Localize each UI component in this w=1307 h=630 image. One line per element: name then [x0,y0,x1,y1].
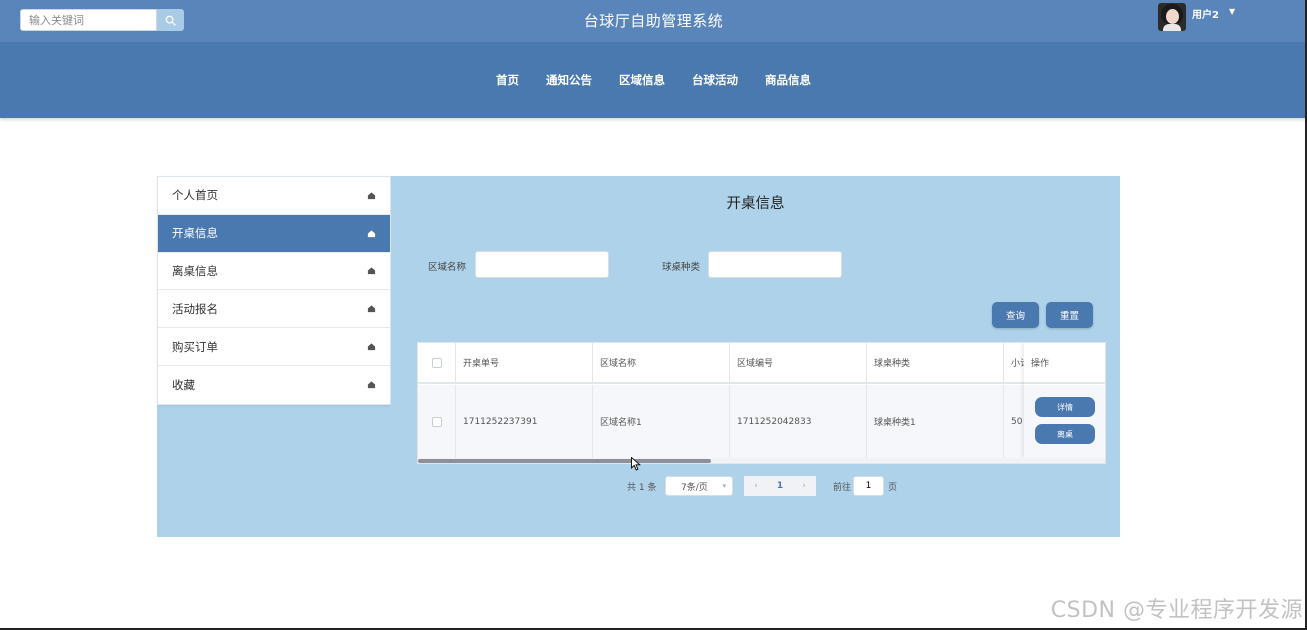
query-button[interactable]: 查询 [992,302,1039,328]
horizontal-scrollbar[interactable] [418,459,711,463]
select-all-checkbox[interactable] [431,357,442,368]
chevron-left-icon: ‹ [754,481,758,491]
nav-item-activities[interactable]: 台球活动 [679,72,752,88]
user-name: 用户2 [1192,10,1219,21]
sidebar-item-label: 购买订单 [172,339,218,354]
column-header: 操作 [1024,343,1105,384]
row-checkbox[interactable] [431,416,442,427]
area-name-label: 区域名称 [428,262,467,273]
home-icon [366,380,376,390]
actions-cell: 详情 离桌 [1024,385,1105,458]
cell-area-name: 区域名称1 [593,385,730,458]
sidebar-item-leave-table[interactable]: 离桌信息 [158,253,390,291]
caret-down-icon: ▼ [1228,7,1236,16]
sidebar-item-activity-signup[interactable]: 活动报名 [158,290,390,329]
nav-item-areas[interactable]: 区域信息 [606,72,679,88]
sidebar-item-favorites[interactable]: 收藏 [158,366,390,404]
sidebar-item-label: 活动报名 [172,301,218,316]
column-header: 区域编号 [730,343,867,382]
page-number-current[interactable]: 1 [768,476,792,496]
goto-page-input[interactable] [853,476,884,496]
home-icon [366,304,376,314]
leave-table-button[interactable]: 离桌 [1035,424,1095,444]
table-row: 1711252237391 区域名称1 1711252042833 球桌种类1 … [418,385,1105,458]
cell-table-type: 球桌种类1 [867,385,1004,458]
table-type-label: 球桌种类 [662,262,701,273]
sidebar-item-label: 收藏 [172,377,195,392]
user-menu[interactable]: 用户2 ▼ [1158,3,1235,31]
home-icon [366,190,376,200]
data-table: 开桌单号 区域名称 区域编号 球桌种类 小计 1711252237391 区域名… [417,342,1106,464]
detail-button[interactable]: 详情 [1035,397,1095,417]
watermark: CSDN @专业程序开发源 [1050,598,1303,623]
row-checkbox-cell [418,385,456,458]
sidebar: 个人首页 开桌信息 离桌信息 活动报名 购买订单 收藏 [157,176,391,405]
actions-column: 操作 详情 离桌 [1024,343,1105,458]
goto-label: 前往 [833,483,852,493]
sidebar-item-label: 离桌信息 [172,263,218,278]
main-content: 开桌信息 区域名称 球桌种类 查询 重置 开桌单号 区域名称 区域编号 球桌种类… [391,176,1120,537]
main-nav: 首页 通知公告 区域信息 台球活动 商品信息 [0,72,1307,88]
nav-item-announcements[interactable]: 通知公告 [533,72,606,88]
page-title: 开桌信息 [726,196,785,212]
header-checkbox-cell [418,343,456,382]
cell-order-no: 1711252237391 [456,385,593,458]
page-size-select[interactable]: 7条/页 ▾ [665,476,733,496]
search-icon [165,15,176,26]
column-header: 区域名称 [593,343,730,382]
table-type-input[interactable] [708,251,842,278]
chevron-right-icon: › [802,481,806,491]
home-icon [366,266,376,276]
sidebar-item-label: 个人首页 [172,188,218,203]
sidebar-item-open-table[interactable]: 开桌信息 [158,214,390,253]
home-icon [366,228,376,238]
pagination: 共 1 条 7条/页 ▾ ‹ 1 › 前往 页 [391,476,1120,496]
column-header: 开桌单号 [456,343,593,382]
nav-item-products[interactable]: 商品信息 [752,72,825,88]
area-name-input[interactable] [475,251,609,278]
sidebar-item-label: 开桌信息 [172,226,218,241]
header-search [20,9,184,31]
search-button[interactable] [157,9,184,31]
column-header: 球桌种类 [867,343,1004,382]
reset-button[interactable]: 重置 [1046,302,1093,328]
avatar [1158,3,1186,31]
page-size-value: 7条/页 [681,482,708,493]
content-background [157,401,391,537]
sidebar-item-profile[interactable]: 个人首页 [158,177,390,215]
next-page-button[interactable]: › [792,476,816,496]
sidebar-item-orders[interactable]: 购买订单 [158,328,390,366]
chevron-down-icon: ▾ [722,482,726,490]
prev-page-button[interactable]: ‹ [744,476,768,496]
table-header: 开桌单号 区域名称 区域编号 球桌种类 小计 [418,343,1105,384]
top-bar [0,0,1307,42]
page-unit-label: 页 [888,483,898,493]
nav-item-home[interactable]: 首页 [483,72,533,88]
total-count: 共 1 条 [627,483,657,493]
cell-area-no: 1711252042833 [730,385,867,458]
home-icon [366,342,376,352]
search-input[interactable] [20,9,157,31]
